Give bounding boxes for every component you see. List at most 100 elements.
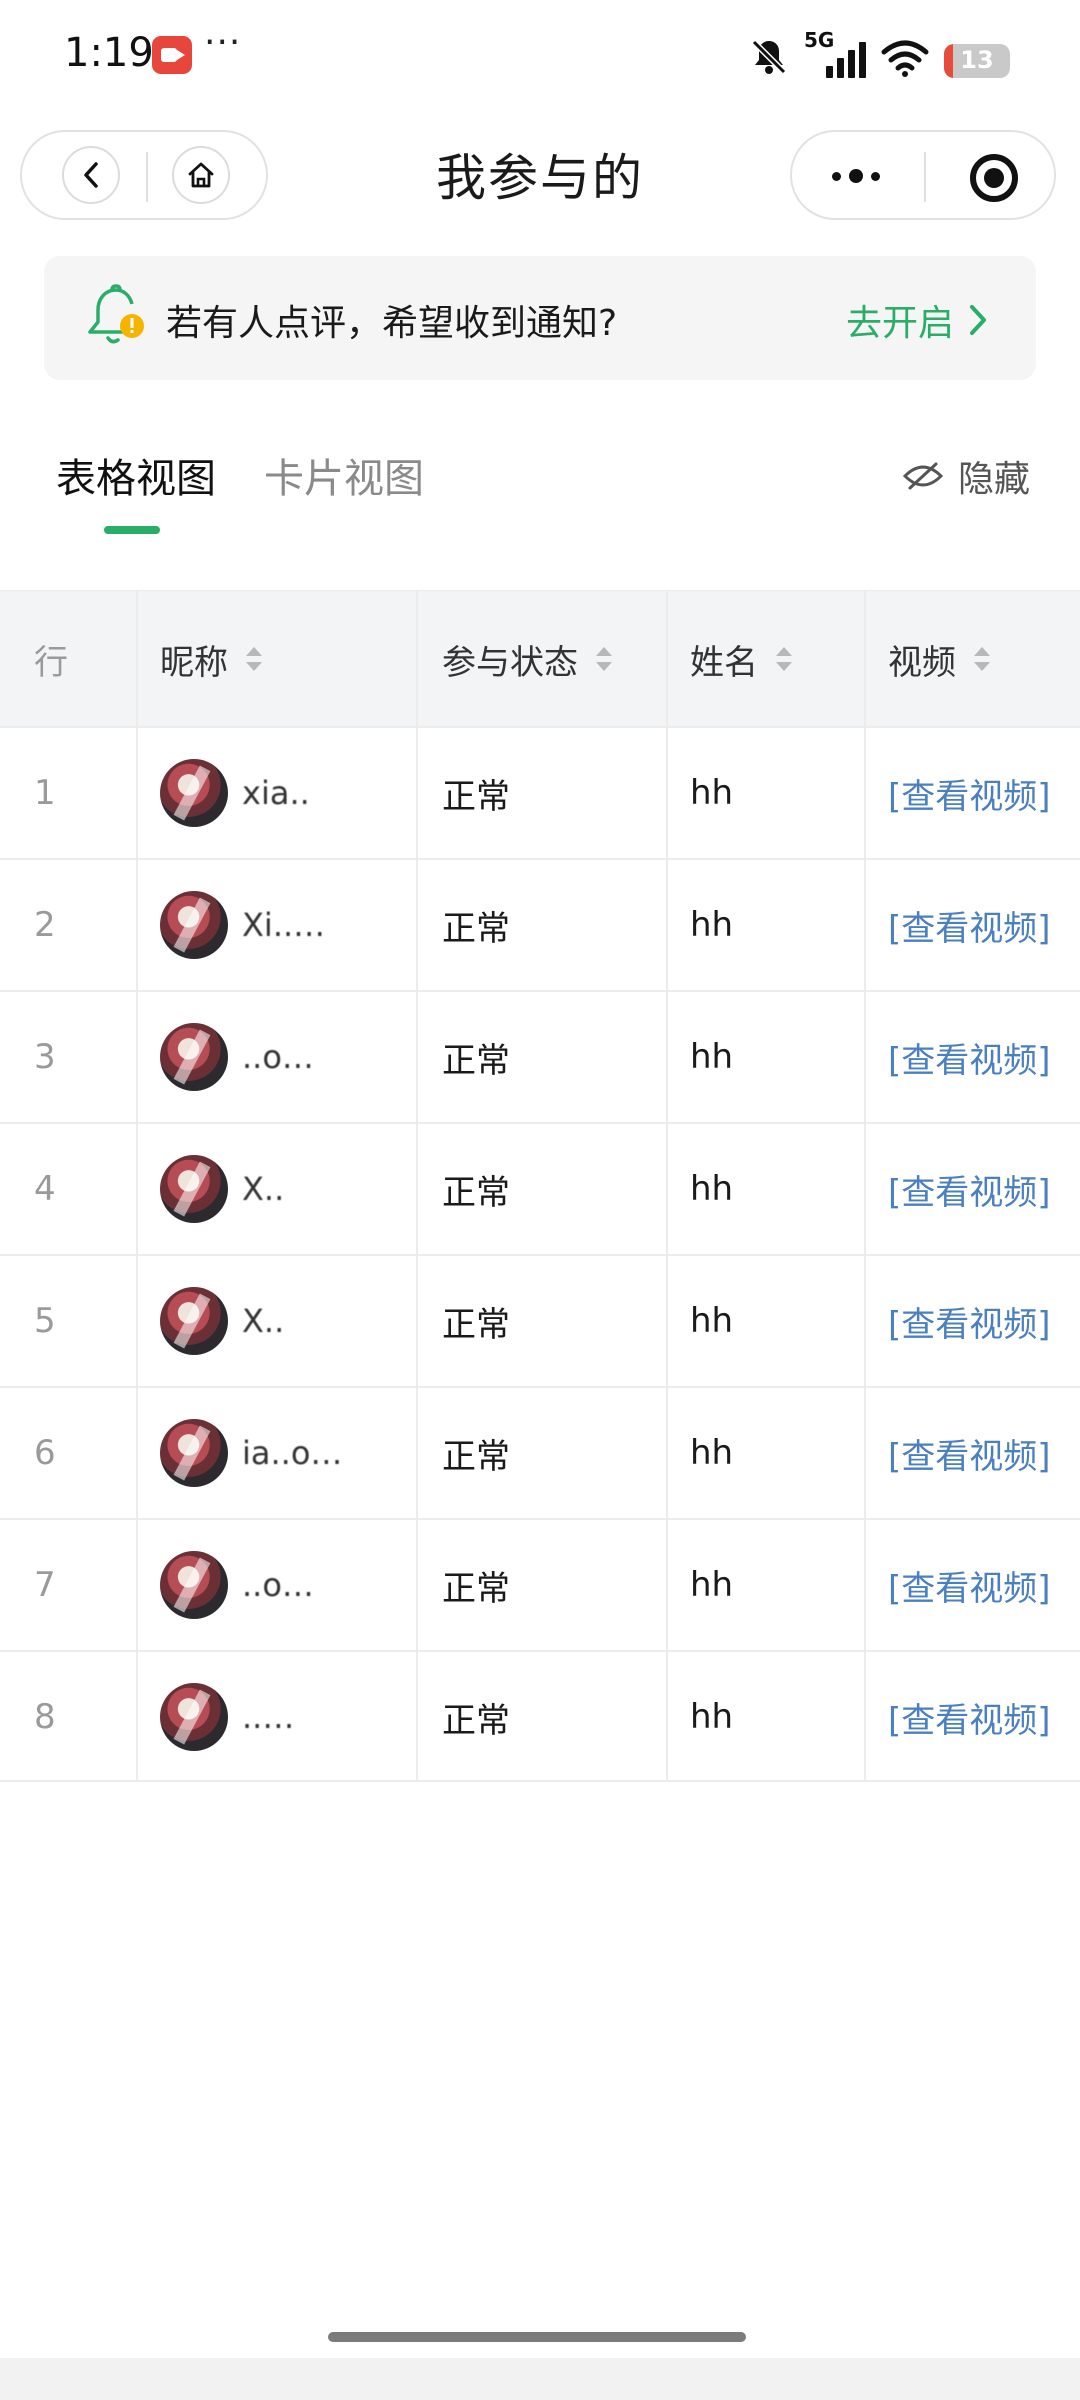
status-cell: 正常 xyxy=(442,1304,510,1345)
column-divider xyxy=(666,590,668,1780)
video-record-icon xyxy=(152,36,192,74)
table-row[interactable]: 8 ..… 正常 hh [查看视频] xyxy=(0,1650,1080,1782)
column-header-row: 行 xyxy=(34,642,68,683)
view-video-link[interactable]: [查看视频] xyxy=(888,860,1078,990)
hide-label: 隐藏 xyxy=(957,459,1030,500)
name-cell: hh xyxy=(690,1565,734,1605)
column-divider xyxy=(416,590,418,1780)
name-cell: hh xyxy=(690,773,734,813)
status-bar: 1:19 ··· 5G 13 xyxy=(0,0,1080,110)
nickname-cell: ..o… xyxy=(160,992,410,1122)
sort-icon xyxy=(596,647,612,671)
avatar xyxy=(160,1551,228,1619)
table-row[interactable]: 1 xia.. 正常 hh [查看视频] xyxy=(0,726,1080,858)
bell-alert-icon xyxy=(88,284,144,344)
name-cell: hh xyxy=(690,1697,734,1737)
table-row[interactable]: 3 ..o… 正常 hh [查看视频] xyxy=(0,990,1080,1122)
tab-table-view[interactable]: 表格视图 xyxy=(56,446,216,504)
avatar xyxy=(160,1155,228,1223)
target-icon[interactable] xyxy=(970,154,1018,202)
nickname-cell: ..… xyxy=(160,1652,410,1782)
status-time: 1:19 xyxy=(64,30,154,76)
name-cell: hh xyxy=(690,905,734,945)
avatar xyxy=(160,1419,228,1487)
status-cell: 正常 xyxy=(442,1172,510,1213)
avatar xyxy=(160,759,228,827)
table-header: 行 昵称 参与状态 姓名 视频 xyxy=(0,590,1080,726)
nickname: ..o… xyxy=(242,1566,314,1604)
status-cell: 正常 xyxy=(442,1568,510,1609)
eye-off-icon xyxy=(902,462,944,490)
avatar xyxy=(160,1287,228,1355)
view-video-link[interactable]: [查看视频] xyxy=(888,1652,1078,1782)
view-video-link[interactable]: [查看视频] xyxy=(888,1124,1078,1254)
table-row[interactable]: 5 X.. 正常 hh [查看视频] xyxy=(0,1254,1080,1386)
status-cell: 正常 xyxy=(442,1700,510,1741)
row-number: 8 xyxy=(34,1697,56,1737)
participants-table: 行 昵称 参与状态 姓名 视频 1 xia.. 正常 hh [查看视频] 2 X… xyxy=(0,590,1080,1782)
row-number: 2 xyxy=(34,905,56,945)
enable-notification-button[interactable]: 去开启 xyxy=(846,294,988,346)
nickname-cell: ..o… xyxy=(160,1520,410,1650)
column-header-video[interactable]: 视频 xyxy=(888,591,992,727)
status-more: ··· xyxy=(204,22,242,63)
nickname: ..o… xyxy=(242,1038,314,1076)
nickname: xia.. xyxy=(242,774,310,812)
nickname-cell: ia..o… xyxy=(160,1388,410,1518)
tab-card-view[interactable]: 卡片视图 xyxy=(264,446,424,504)
notice-text: 若有人点评，希望收到通知? xyxy=(166,303,618,344)
table-body: 1 xia.. 正常 hh [查看视频] 2 Xi..… 正常 hh [查看视频… xyxy=(0,726,1080,1782)
name-cell: hh xyxy=(690,1037,734,1077)
nickname: ..… xyxy=(242,1698,295,1736)
bell-muted-icon xyxy=(751,39,787,75)
view-video-link[interactable]: [查看视频] xyxy=(888,1520,1078,1650)
status-icons: 5G 13 xyxy=(748,28,1010,78)
column-header-nickname[interactable]: 昵称 xyxy=(160,591,264,727)
view-video-link[interactable]: [查看视频] xyxy=(888,992,1078,1122)
name-cell: hh xyxy=(690,1433,734,1473)
nickname-cell: X.. xyxy=(160,1124,410,1254)
avatar xyxy=(160,891,228,959)
nickname: Xi..… xyxy=(242,906,326,944)
row-number: 1 xyxy=(34,773,56,813)
cellular-signal-icon: 5G xyxy=(804,28,866,78)
row-number: 4 xyxy=(34,1169,56,1209)
sort-icon xyxy=(246,647,262,671)
name-cell: hh xyxy=(690,1301,734,1341)
notification-banner: 若有人点评，希望收到通知? 去开启 xyxy=(44,256,1036,380)
status-cell: 正常 xyxy=(442,908,510,949)
status-cell: 正常 xyxy=(442,776,510,817)
view-video-link[interactable]: [查看视频] xyxy=(888,1256,1078,1386)
nav-capsule-right xyxy=(790,130,1056,220)
row-number: 7 xyxy=(34,1565,56,1605)
view-video-link[interactable]: [查看视频] xyxy=(888,1388,1078,1518)
column-header-name[interactable]: 姓名 xyxy=(690,591,794,727)
battery-icon: 13 xyxy=(944,44,1010,78)
home-indicator[interactable] xyxy=(328,2332,746,2342)
row-number: 6 xyxy=(34,1433,56,1473)
chevron-right-icon xyxy=(970,305,986,335)
column-header-status[interactable]: 参与状态 xyxy=(442,591,614,727)
active-tab-indicator xyxy=(104,526,160,534)
nickname: X.. xyxy=(242,1302,285,1340)
bottom-safe-area xyxy=(0,2358,1080,2400)
column-divider xyxy=(136,590,138,1780)
nickname-cell: X.. xyxy=(160,1256,410,1386)
name-cell: hh xyxy=(690,1169,734,1209)
hide-button[interactable]: 隐藏 xyxy=(902,450,1030,502)
row-number: 5 xyxy=(34,1301,56,1341)
table-row[interactable]: 6 ia..o… 正常 hh [查看视频] xyxy=(0,1386,1080,1518)
avatar xyxy=(160,1683,228,1751)
status-cell: 正常 xyxy=(442,1436,510,1477)
table-row[interactable]: 4 X.. 正常 hh [查看视频] xyxy=(0,1122,1080,1254)
table-row[interactable]: 2 Xi..… 正常 hh [查看视频] xyxy=(0,858,1080,990)
view-video-link[interactable]: [查看视频] xyxy=(888,728,1078,858)
capsule-divider xyxy=(924,152,926,202)
sort-icon xyxy=(974,647,990,671)
nickname-cell: Xi..… xyxy=(160,860,410,990)
wifi-icon xyxy=(881,40,929,77)
table-row[interactable]: 7 ..o… 正常 hh [查看视频] xyxy=(0,1518,1080,1650)
avatar xyxy=(160,1023,228,1091)
nickname: X.. xyxy=(242,1170,285,1208)
more-dots-icon[interactable] xyxy=(832,156,892,196)
